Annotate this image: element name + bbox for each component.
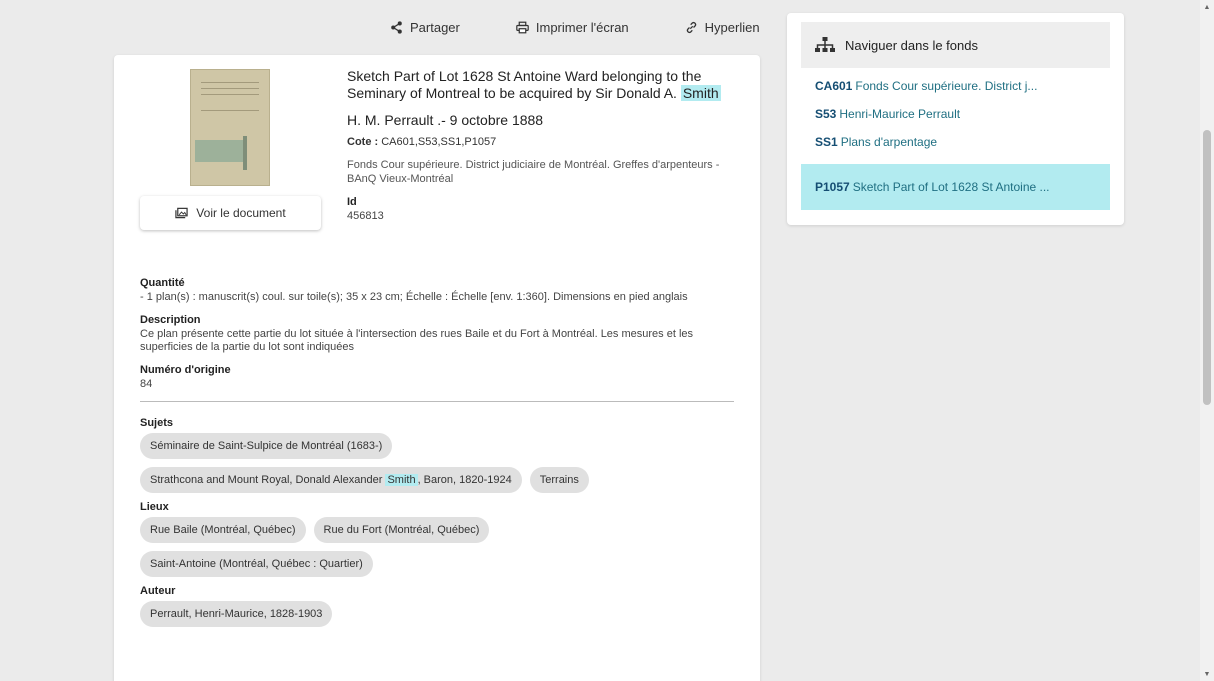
- share-label: Partager: [410, 20, 460, 35]
- divider: [140, 401, 734, 402]
- page-scrollbar[interactable]: ▲ ▼: [1200, 0, 1214, 681]
- print-icon: [516, 21, 529, 34]
- view-document-button[interactable]: Voir le document: [140, 196, 321, 230]
- places-chips: Rue Baile (Montréal, Québec) Rue du Fort…: [140, 517, 734, 543]
- share-button[interactable]: Partager: [390, 20, 460, 35]
- places-chips-row2: Saint-Antoine (Montréal, Québec : Quarti…: [140, 551, 734, 577]
- origin-number-value: 84: [140, 378, 153, 390]
- description-label: Description: [140, 314, 201, 326]
- place-chip[interactable]: Saint-Antoine (Montréal, Québec : Quarti…: [140, 551, 373, 577]
- origin-number-label: Numéro d'origine: [140, 364, 231, 376]
- nav-item-s53[interactable]: S53 Henri-Maurice Perrault: [801, 100, 1110, 128]
- quantity-value: - 1 plan(s) : manuscrit(s) coul. sur toi…: [140, 291, 688, 303]
- author-label: Auteur: [140, 585, 176, 597]
- record-metadata: Quantité - 1 plan(s) : manuscrit(s) coul…: [140, 277, 734, 635]
- record-title: Sketch Part of Lot 1628 St Antoine Ward …: [347, 68, 721, 101]
- place-chip[interactable]: Rue du Fort (Montréal, Québec): [313, 517, 490, 543]
- scrollbar-thumb[interactable]: [1203, 130, 1211, 405]
- fonds-navigation-title: Naviguer dans le fonds: [845, 37, 978, 53]
- record-cote: Cote : CA601,S53,SS1,P1057: [347, 136, 497, 148]
- places-label: Lieux: [140, 501, 169, 513]
- search-highlight: Smith: [680, 85, 721, 101]
- subjects-label: Sujets: [140, 417, 174, 429]
- subjects-chips-row2: Strathcona and Mount Royal, Donald Alexa…: [140, 467, 734, 493]
- record-id-value: 456813: [347, 210, 384, 222]
- search-highlight: Smith: [385, 474, 418, 486]
- subject-chip[interactable]: Terrains: [529, 467, 589, 493]
- record-info: Sketch Part of Lot 1628 St Antoine Ward …: [347, 68, 732, 222]
- author-chip[interactable]: Perrault, Henri-Maurice, 1828-1903: [140, 601, 333, 627]
- record-date: H. M. Perrault .- 9 octobre 1888: [347, 112, 544, 128]
- nav-item-p1057[interactable]: P1057 Sketch Part of Lot 1628 St Antoine …: [801, 164, 1110, 210]
- scroll-down-arrow-icon[interactable]: ▼: [1200, 667, 1214, 681]
- scroll-up-arrow-icon[interactable]: ▲: [1200, 0, 1214, 14]
- subjects-chips: Séminaire de Saint-Sulpice de Montréal (…: [140, 433, 734, 459]
- subject-chip[interactable]: Strathcona and Mount Royal, Donald Alexa…: [140, 467, 522, 493]
- description-value: Ce plan présente cette partie du lot sit…: [140, 328, 694, 353]
- quantity-label: Quantité: [140, 277, 185, 289]
- nav-item-ss1[interactable]: SS1 Plans d'arpentage: [801, 128, 1110, 156]
- view-document-label: Voir le document: [196, 206, 286, 220]
- record-id-label: Id: [347, 196, 357, 208]
- images-icon: [175, 207, 188, 219]
- print-label: Imprimer l'écran: [535, 20, 629, 35]
- record-fonds: Fonds Cour supérieure. District judiciai…: [347, 159, 720, 185]
- fonds-navigation: Naviguer dans le fonds CA601 Fonds Cour s…: [787, 13, 1124, 225]
- nav-item-ca601[interactable]: CA601 Fonds Cour supérieure. District j..…: [801, 72, 1110, 100]
- author-chips: Perrault, Henri-Maurice, 1828-1903: [140, 601, 734, 627]
- share-icon: [391, 21, 402, 34]
- record-card: Voir le document Sketch Part of Lot 1628…: [114, 55, 760, 681]
- subject-chip[interactable]: Séminaire de Saint-Sulpice de Montréal (…: [140, 433, 393, 459]
- fonds-navigation-header: Naviguer dans le fonds: [801, 22, 1110, 68]
- print-button[interactable]: Imprimer l'écran: [516, 20, 629, 35]
- document-thumbnail[interactable]: [190, 69, 270, 186]
- link-icon: [686, 21, 696, 34]
- hyperlink-button[interactable]: Hyperlien: [685, 20, 760, 35]
- place-chip[interactable]: Rue Baile (Montréal, Québec): [140, 517, 306, 543]
- hyperlink-label: Hyperlien: [704, 20, 760, 35]
- action-toolbar: Partager Imprimer l'écran Hyperlien: [390, 20, 760, 35]
- hierarchy-icon: [815, 37, 835, 52]
